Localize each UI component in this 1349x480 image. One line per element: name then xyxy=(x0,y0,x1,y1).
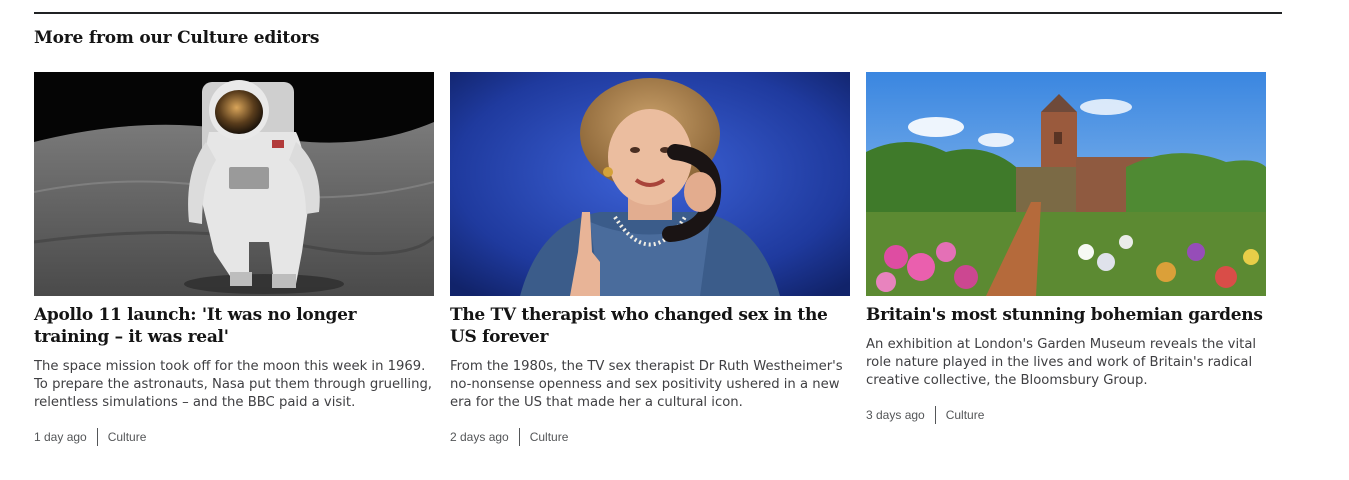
article-meta: 2 days ago Culture xyxy=(450,428,850,446)
article-headline[interactable]: The TV therapist who changed sex in the … xyxy=(450,304,850,348)
card-list: Apollo 11 launch: 'It was no longer trai… xyxy=(34,72,1266,446)
article-image-apollo[interactable] xyxy=(34,72,434,296)
astronaut-image xyxy=(34,72,434,296)
section-title: More from our Culture editors xyxy=(34,28,320,48)
article-card-tv-therapist[interactable]: The TV therapist who changed sex in the … xyxy=(450,72,850,446)
article-card-gardens[interactable]: Britain's most stunning bohemian gardens… xyxy=(866,72,1266,446)
section-divider xyxy=(34,12,1282,14)
article-timestamp: 3 days ago xyxy=(866,408,925,422)
article-headline[interactable]: Britain's most stunning bohemian gardens xyxy=(866,304,1266,326)
article-timestamp: 2 days ago xyxy=(450,430,509,444)
article-category[interactable]: Culture xyxy=(946,408,985,422)
article-image-gardens[interactable] xyxy=(866,72,1266,296)
article-meta: 1 day ago Culture xyxy=(34,428,434,446)
article-summary: An exhibition at London's Garden Museum … xyxy=(866,337,1257,388)
article-category[interactable]: Culture xyxy=(530,430,569,444)
woman-on-phone-image xyxy=(450,72,850,296)
garden-image xyxy=(866,72,1266,296)
article-card-apollo[interactable]: Apollo 11 launch: 'It was no longer trai… xyxy=(34,72,434,446)
article-summary: From the 1980s, the TV sex therapist Dr … xyxy=(450,359,843,410)
article-image-tv-therapist[interactable] xyxy=(450,72,850,296)
article-headline[interactable]: Apollo 11 launch: 'It was no longer trai… xyxy=(34,304,434,348)
article-timestamp: 1 day ago xyxy=(34,430,87,444)
meta-separator xyxy=(934,406,936,424)
meta-separator xyxy=(96,428,98,446)
culture-editors-section: More from our Culture editors Apollo 11 … xyxy=(34,12,1282,446)
meta-separator xyxy=(518,428,520,446)
article-category[interactable]: Culture xyxy=(108,430,147,444)
article-meta: 3 days ago Culture xyxy=(866,406,1266,424)
article-summary: The space mission took off for the moon … xyxy=(34,359,433,410)
